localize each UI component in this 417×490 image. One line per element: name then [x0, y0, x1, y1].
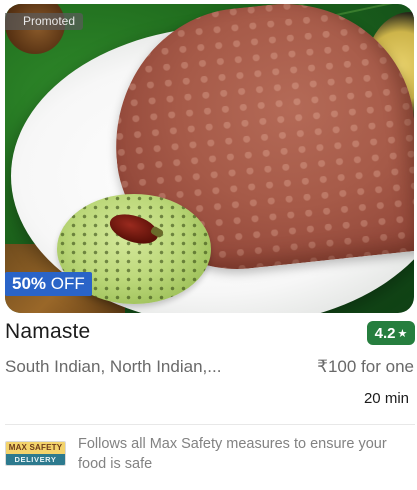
safety-message: Follows all Max Safety measures to ensur… — [78, 436, 387, 472]
promoted-tag: Promoted — [5, 13, 84, 30]
price-for-one: ₹100 for one — [317, 357, 414, 376]
star-icon: ★ — [397, 327, 408, 340]
offer-badge: 50% OFF — [5, 272, 92, 296]
safety-badge-line2: DELIVERY — [6, 454, 65, 465]
restaurant-image[interactable] — [5, 4, 414, 313]
restaurant-name[interactable]: Namaste — [5, 320, 90, 344]
rating-badge: 4.2 ★ — [367, 321, 415, 345]
delivery-time: 20 min — [363, 390, 409, 407]
restaurant-card[interactable]: Promoted 50% OFF Namaste 4.2 ★ South Ind… — [0, 0, 417, 490]
offer-amount: 50% — [12, 274, 47, 293]
cuisine-list: South Indian, North Indian,... — [5, 357, 222, 376]
max-safety-logo: MAX SAFETY DELIVERY — [5, 441, 66, 466]
safety-badge-line1: MAX SAFETY — [6, 442, 65, 454]
divider — [5, 424, 415, 425]
offer-suffix: OFF — [50, 274, 85, 293]
rating-value: 4.2 — [374, 324, 396, 342]
